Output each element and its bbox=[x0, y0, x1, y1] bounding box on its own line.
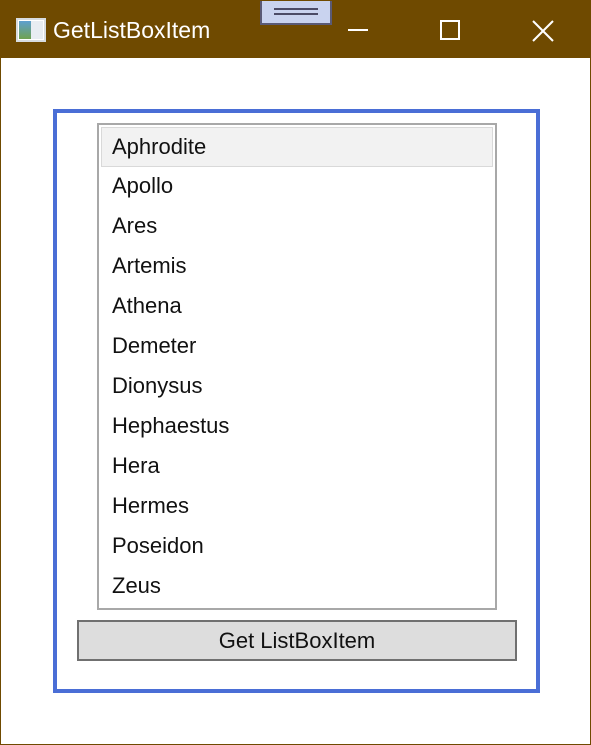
maximize-icon bbox=[440, 20, 460, 40]
list-item[interactable]: Hera bbox=[101, 447, 493, 487]
close-icon bbox=[532, 20, 554, 42]
minimize-icon bbox=[348, 29, 368, 31]
list-item[interactable]: Hermes bbox=[101, 487, 493, 527]
list-item[interactable]: Demeter bbox=[101, 327, 493, 367]
app-window: GetListBoxItem Aphrodite Apollo Ares Artemi… bbox=[0, 0, 591, 745]
list-item[interactable]: Athena bbox=[101, 287, 493, 327]
list-item[interactable]: Apollo bbox=[101, 167, 493, 207]
close-button[interactable] bbox=[496, 1, 588, 58]
get-listboxitem-button[interactable]: Get ListBoxItem bbox=[77, 620, 517, 661]
list-item[interactable]: Poseidon bbox=[101, 527, 493, 567]
list-item[interactable]: Hephaestus bbox=[101, 407, 493, 447]
maximize-button[interactable] bbox=[404, 1, 496, 58]
minimize-button[interactable] bbox=[312, 1, 404, 58]
window-title: GetListBoxItem bbox=[53, 17, 211, 43]
list-item[interactable]: Ares bbox=[101, 207, 493, 247]
deities-listbox[interactable]: Aphrodite Apollo Ares Artemis Athena Demeter D… bbox=[97, 123, 497, 610]
app-window-icon bbox=[16, 18, 46, 42]
list-item[interactable]: Aphrodite bbox=[101, 127, 493, 167]
list-item[interactable]: Dionysus bbox=[101, 367, 493, 407]
list-item[interactable]: Zeus bbox=[101, 567, 493, 607]
list-item[interactable]: Artemis bbox=[101, 247, 493, 287]
title-bar[interactable]: GetListBoxItem bbox=[1, 1, 590, 58]
